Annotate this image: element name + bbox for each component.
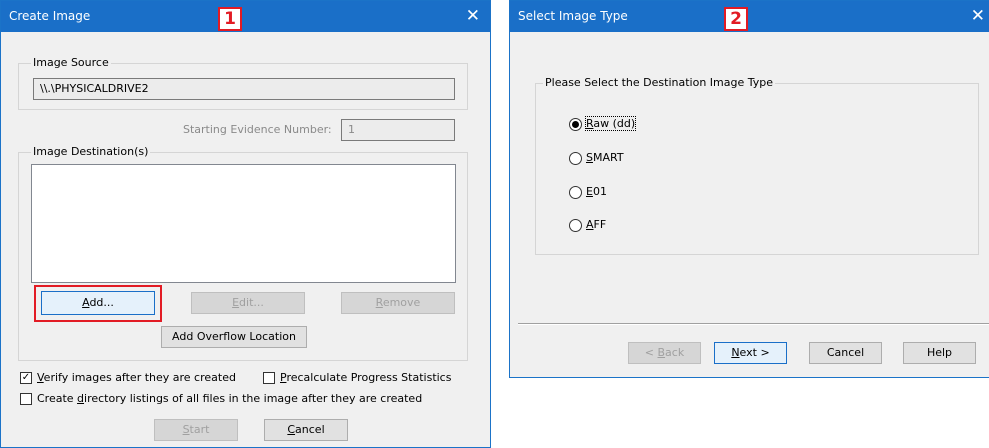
radio-smart-label: SMART: [586, 151, 624, 164]
create-image-dialog: Create Image ✕ 1 Image Source \\.\PHYSIC…: [0, 0, 491, 448]
help-button[interactable]: Help: [903, 342, 976, 364]
directory-listing-label: Create directory listings of all files i…: [37, 392, 422, 405]
raw-text: aw (dd): [593, 117, 636, 130]
image-destination-label: Image Destination(s): [31, 145, 151, 158]
edit-button-mnemonic: E: [232, 296, 240, 309]
remove-button[interactable]: Remove: [341, 292, 455, 314]
evidence-number-label: Starting Evidence Number:: [183, 123, 332, 136]
aff-mnemonic: A: [586, 218, 594, 231]
image-source-field: \\.\PHYSICALDRIVE2: [33, 78, 455, 100]
edit-button[interactable]: Edit...: [191, 292, 305, 314]
cancel-label: ancel: [295, 423, 325, 436]
remove-button-mnemonic: R: [375, 296, 383, 309]
back-prefix: <: [644, 346, 658, 359]
start-mnemonic: S: [182, 423, 190, 436]
radio-raw-dd[interactable]: [569, 118, 582, 131]
edit-button-label: dit...: [239, 296, 264, 309]
cancel-button[interactable]: Cancel: [264, 419, 348, 441]
select-image-type-dialog: Select Image Type ✕ 2 Please Select the …: [509, 0, 989, 378]
title-bar: Select Image Type ✕: [510, 1, 989, 32]
verify-mnemonic: V: [37, 371, 44, 384]
next-label: ext >: [739, 346, 770, 359]
dirlist-text-b: irectory listings of all files in the im…: [84, 392, 423, 405]
radio-aff[interactable]: [569, 219, 582, 232]
e01-text: 01: [592, 185, 607, 198]
add-button[interactable]: Add...: [41, 291, 155, 315]
back-button[interactable]: < Back: [628, 342, 701, 364]
verify-checkbox-label: Verify images after they are created: [37, 371, 236, 384]
verify-checkbox[interactable]: ✓: [20, 372, 32, 384]
step-marker: 1: [218, 7, 242, 31]
precalculate-text: recalculate Progress Statistics: [286, 371, 452, 384]
image-type-group-label: Please Select the Destination Image Type: [543, 76, 776, 89]
start-label: tart: [189, 423, 210, 436]
next-button[interactable]: Next >: [714, 342, 787, 364]
radio-raw-dd-label: Raw (dd): [584, 116, 637, 131]
close-icon[interactable]: ✕: [466, 1, 480, 32]
dirlist-text-a: Create: [37, 392, 78, 405]
add-button-label: dd...: [89, 296, 114, 309]
precalculate-checkbox-label: Precalculate Progress Statistics: [280, 371, 451, 384]
add-overflow-location-button[interactable]: Add Overflow Location: [161, 326, 307, 348]
step-marker: 2: [724, 7, 748, 31]
cancel-button[interactable]: Cancel: [809, 342, 882, 364]
title-bar: Create Image ✕: [1, 1, 490, 32]
dialog-title: Create Image: [9, 9, 91, 23]
smart-mnemonic: S: [586, 151, 593, 164]
verify-text: erify images after they are created: [43, 371, 236, 384]
radio-e01[interactable]: [569, 186, 582, 199]
dialog-title: Select Image Type: [518, 9, 628, 23]
button-separator-light: [518, 324, 989, 325]
aff-text: FF: [593, 218, 607, 231]
back-mnemonic: B: [657, 346, 666, 359]
directory-listing-checkbox[interactable]: [20, 393, 32, 405]
remove-button-label: emove: [382, 296, 421, 309]
evidence-number-field[interactable]: 1: [341, 119, 455, 141]
dirlist-mnemonic: d: [77, 392, 85, 405]
smart-text: MART: [592, 151, 624, 164]
start-button[interactable]: Start: [154, 419, 238, 441]
back-label: ack: [665, 346, 685, 359]
precalculate-checkbox[interactable]: [263, 372, 275, 384]
next-mnemonic: N: [731, 346, 740, 359]
image-source-label: Image Source: [31, 56, 111, 69]
cancel-mnemonic: C: [287, 423, 296, 436]
close-icon[interactable]: ✕: [971, 1, 985, 32]
e01-mnemonic: E: [586, 185, 593, 198]
radio-aff-label: AFF: [586, 218, 606, 231]
radio-smart[interactable]: [569, 152, 582, 165]
radio-e01-label: E01: [586, 185, 607, 198]
destination-list[interactable]: [31, 164, 456, 283]
